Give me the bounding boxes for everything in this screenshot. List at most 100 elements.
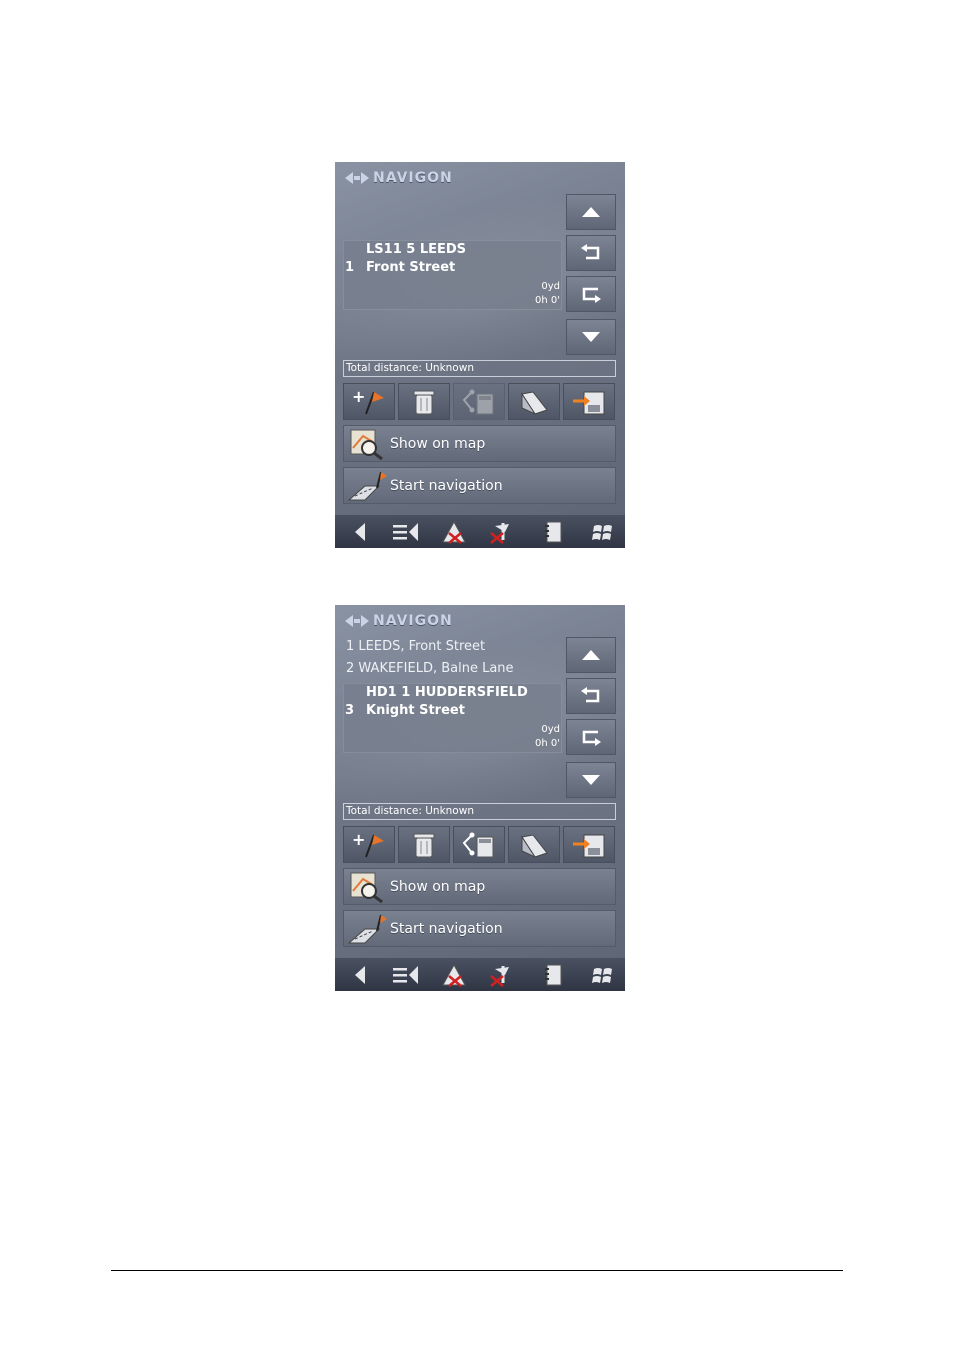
bottom-toolbar [335,958,625,991]
route-planner-screen-1: NAVIGON LS11 5 LEEDS 1 Front Street 0yd … [335,162,625,548]
notes-button[interactable] [540,519,566,545]
move-down-button[interactable] [566,276,616,312]
map-magnifier-icon [350,872,383,903]
bottom-toolbar [335,515,625,548]
folder-open-icon [521,833,548,858]
menu-button[interactable] [392,519,418,545]
add-destination-flag-icon: + [352,388,384,414]
page-footer-rule [111,1270,843,1271]
show-on-map-button[interactable]: Show on map [343,868,616,905]
route-point-city: LS11 5 LEEDS [366,242,467,257]
route-calculator-icon [462,832,494,857]
scroll-down-button[interactable] [566,762,616,798]
route-point-street: Front Street [366,260,456,275]
traffic-button[interactable] [441,962,467,988]
brand-name: NAVIGON [373,613,453,629]
start-navigation-flag-icon [347,914,387,943]
route-point-previous[interactable]: 2 WAKEFIELD, Balne Lane [346,661,514,676]
move-down-button[interactable] [566,719,616,755]
calculate-route-button[interactable] [453,826,505,863]
traffic-warning-icon [442,963,466,987]
add-destination-flag-icon: + [352,831,384,857]
route-point-index: 3 [345,703,355,718]
trash-icon [413,833,435,857]
menu-list-icon [393,966,418,984]
gps-button[interactable] [487,519,513,545]
windows-start-icon [592,968,612,983]
windows-button[interactable] [590,519,616,545]
return-right-icon [582,730,601,746]
add-destination-button[interactable]: + [343,383,395,420]
menu-button[interactable] [392,962,418,988]
folder-open-icon [521,390,548,415]
scroll-up-button[interactable] [566,637,616,673]
start-navigation-button[interactable]: Start navigation [343,910,616,947]
route-calculator-icon [462,389,494,414]
traffic-warning-icon [442,520,466,544]
traffic-button[interactable] [441,519,467,545]
scroll-down-button[interactable] [566,319,616,355]
gps-satellite-icon [490,523,509,544]
route-point-selected[interactable]: HD1 1 HUDDERSFIELD 3 Knight Street 0yd 0… [343,683,562,753]
brand-name: NAVIGON [373,170,453,186]
route-point-time: 0h 0' [535,295,560,306]
delete-button[interactable] [398,383,450,420]
windows-start-icon [592,525,612,540]
save-route-icon [573,834,605,857]
scroll-up-button[interactable] [566,194,616,230]
move-up-button[interactable] [566,235,616,271]
total-distance: Total distance: Unknown [343,360,616,377]
start-navigation-label: Start navigation [390,920,503,937]
start-navigation-flag-icon [347,471,387,500]
back-arrow-icon [355,966,365,984]
show-on-map-label: Show on map [390,435,486,452]
route-point-city: HD1 1 HUDDERSFIELD [366,685,528,700]
add-destination-button[interactable]: + [343,826,395,863]
svg-text:+: + [352,831,365,849]
route-point-time: 0h 0' [535,738,560,749]
show-on-map-button[interactable]: Show on map [343,425,616,462]
trash-icon [413,390,435,414]
route-point-distance: 0yd [541,281,560,292]
svg-text:+: + [352,388,365,406]
route-point-previous[interactable]: 1 LEEDS, Front Street [346,639,485,654]
load-route-button[interactable] [508,826,560,863]
save-route-button[interactable] [563,383,615,420]
back-button[interactable] [347,962,373,988]
save-route-icon [573,391,605,414]
return-left-icon [581,687,600,703]
calculate-route-button[interactable] [453,383,505,420]
triangle-up-icon [582,207,600,217]
back-button[interactable] [347,519,373,545]
load-route-button[interactable] [508,383,560,420]
route-point-street: Knight Street [366,703,465,718]
notebook-icon [545,521,562,543]
windows-button[interactable] [590,962,616,988]
start-navigation-button[interactable]: Start navigation [343,467,616,504]
triangle-up-icon [582,650,600,660]
notebook-icon [545,964,562,986]
triangle-down-icon [582,775,600,785]
notes-button[interactable] [540,962,566,988]
move-up-button[interactable] [566,678,616,714]
navigon-diamond-icon [345,615,369,627]
route-point-index: 1 [345,260,355,275]
back-arrow-icon [355,523,365,541]
return-left-icon [581,244,600,260]
navigon-logo: NAVIGON [345,169,453,187]
route-point-selected[interactable]: LS11 5 LEEDS 1 Front Street 0yd 0h 0' [343,240,562,310]
triangle-down-icon [582,332,600,342]
delete-button[interactable] [398,826,450,863]
route-point-distance: 0yd [541,724,560,735]
save-route-button[interactable] [563,826,615,863]
gps-satellite-icon [490,966,509,987]
menu-list-icon [393,523,418,541]
map-magnifier-icon [350,429,383,460]
show-on-map-label: Show on map [390,878,486,895]
return-right-icon [582,287,601,303]
navigon-logo: NAVIGON [345,612,453,630]
gps-button[interactable] [487,962,513,988]
start-navigation-label: Start navigation [390,477,503,494]
navigon-diamond-icon [345,172,369,184]
total-distance: Total distance: Unknown [343,803,616,820]
